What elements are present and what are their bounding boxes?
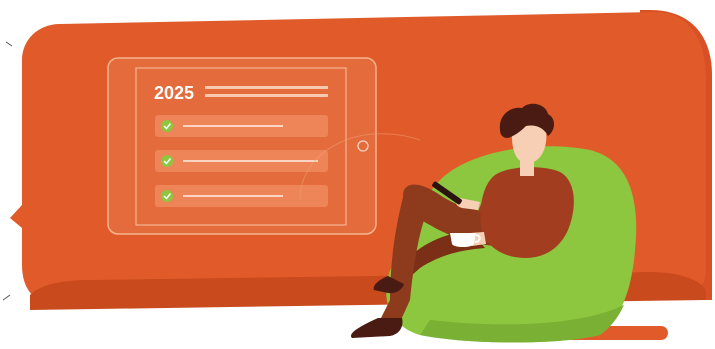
check-icon xyxy=(161,155,173,167)
illustration: 2025 xyxy=(0,0,715,349)
scene: 2025 xyxy=(2,10,712,343)
tablet-year: 2025 xyxy=(154,83,194,103)
title-line xyxy=(205,86,328,89)
shoe xyxy=(351,318,403,338)
checklist-line xyxy=(183,125,283,127)
checklist-line xyxy=(183,195,283,197)
checklist-item xyxy=(155,185,328,207)
check-icon xyxy=(161,190,173,202)
tablet: 2025 xyxy=(107,57,377,235)
tablet-frame xyxy=(107,57,377,235)
decorative-dashes xyxy=(2,41,13,301)
check-icon xyxy=(161,120,173,132)
checklist-item xyxy=(155,115,328,137)
cup xyxy=(450,233,476,247)
title-line xyxy=(205,94,328,97)
checklist-item xyxy=(155,150,328,172)
checklist-line xyxy=(183,160,318,162)
